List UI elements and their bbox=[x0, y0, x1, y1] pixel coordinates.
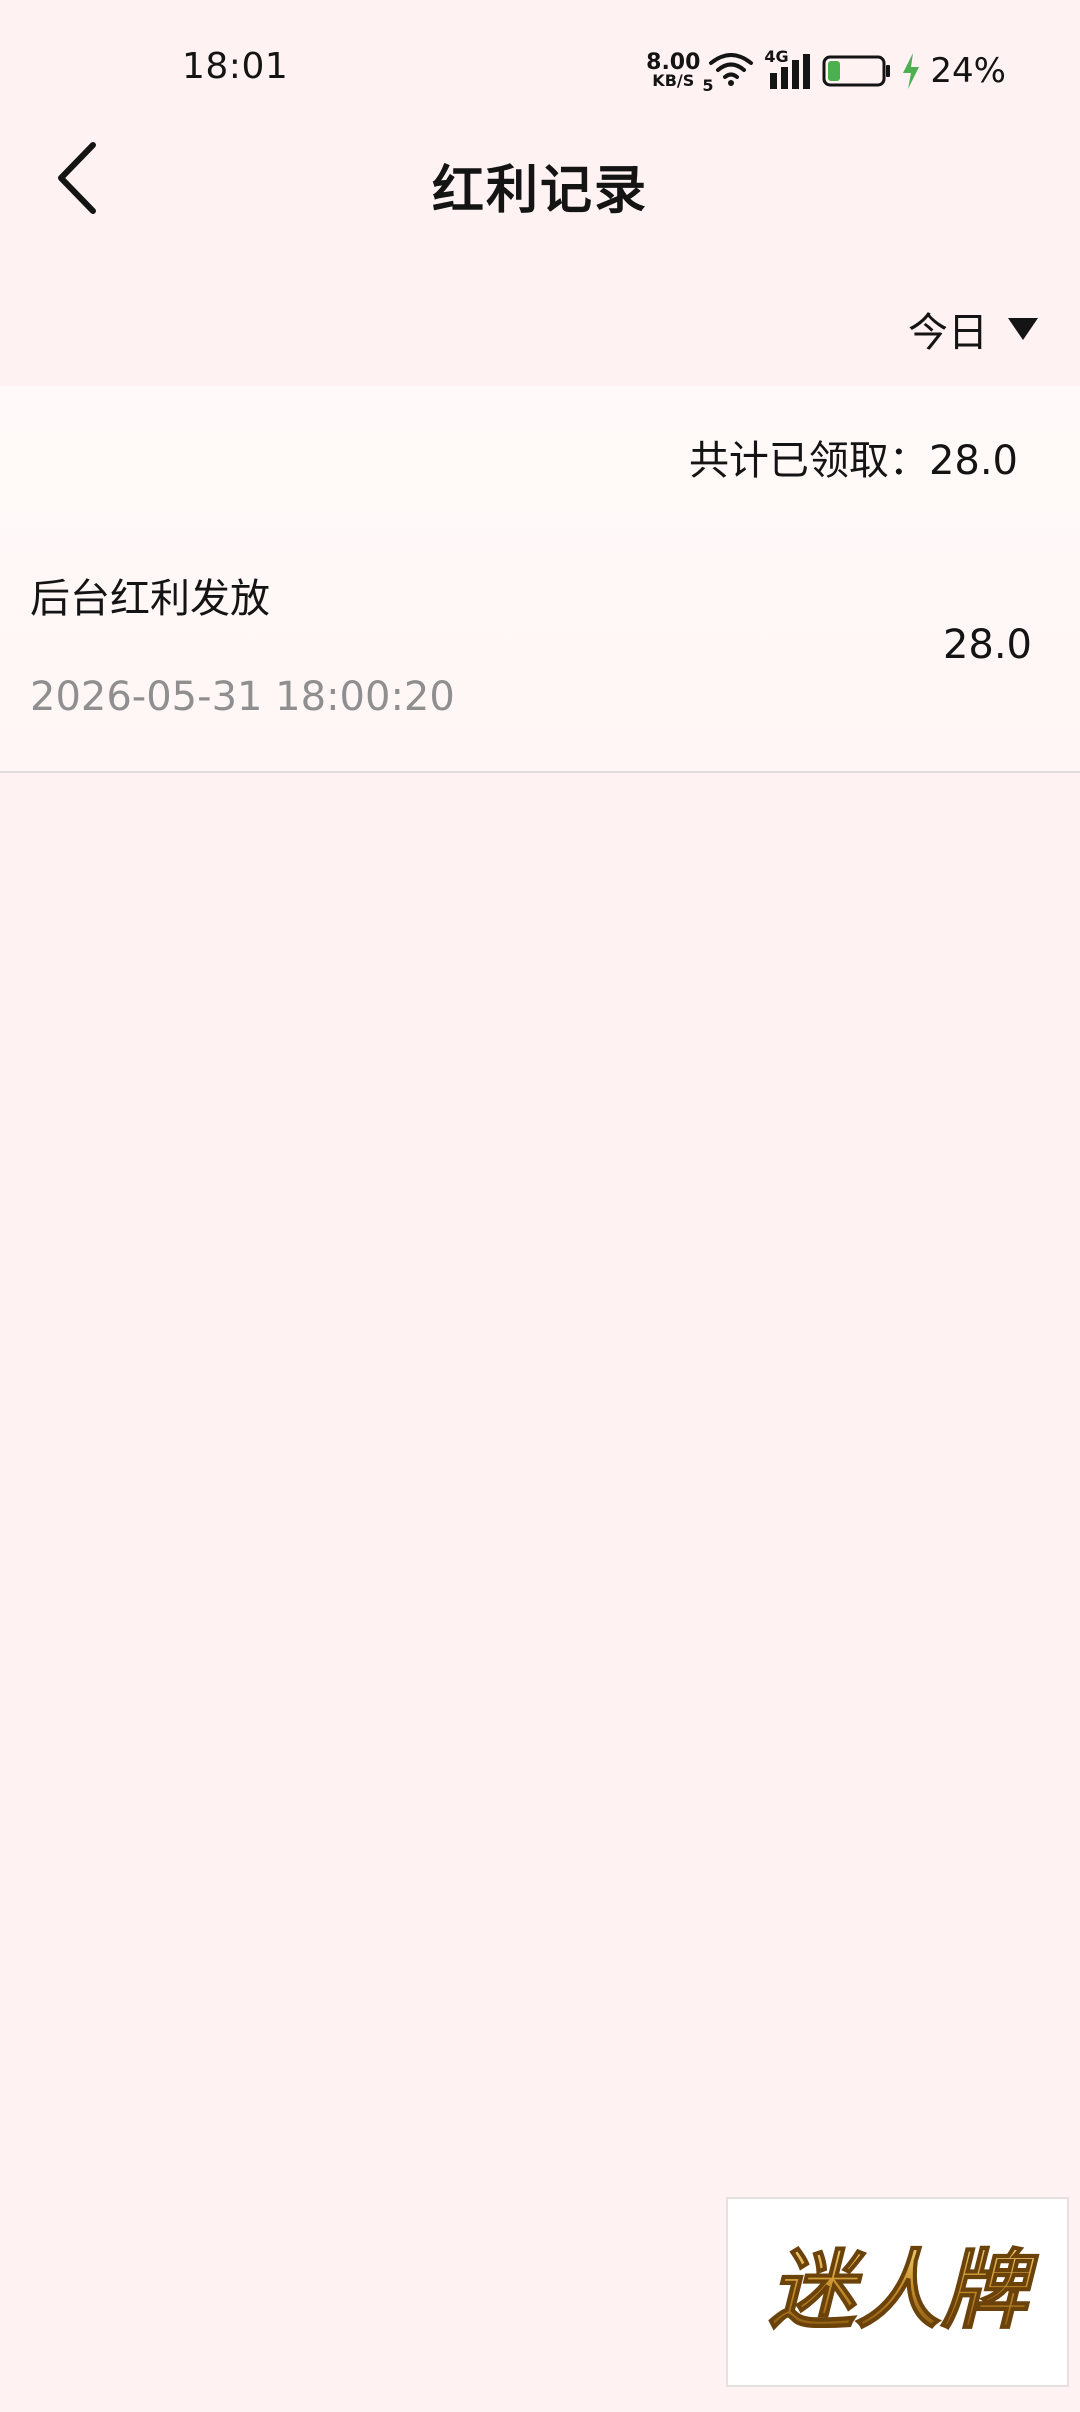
record-title: 后台红利发放 bbox=[30, 576, 270, 622]
battery-percent: 24% bbox=[930, 51, 1006, 91]
total-received-label: 共计已领取： bbox=[688, 438, 929, 484]
brand-logo-badge[interactable]: 迷人牌 bbox=[726, 2197, 1069, 2387]
wifi-icon: 5 bbox=[702, 51, 756, 95]
signal-label: 4G bbox=[764, 47, 789, 66]
signal-icon: 4G bbox=[764, 47, 814, 91]
navigation-bar: 红利记录 bbox=[0, 140, 1080, 284]
date-filter-dropdown[interactable]: 今日 bbox=[908, 300, 1040, 358]
network-speed-value: 8.00 bbox=[646, 50, 701, 75]
record-time: 2026-05-31 18:00:20 bbox=[30, 674, 455, 720]
charging-bolt-icon bbox=[900, 51, 922, 91]
date-filter-label: 今日 bbox=[908, 310, 988, 356]
network-speed: 8.00 KB/S bbox=[646, 50, 701, 90]
total-received-value: 28.0 bbox=[928, 438, 1018, 484]
status-icons: 8.00 KB/S 5 4G 24% bbox=[646, 46, 1006, 96]
total-received-summary: 共计已领取：28.0 bbox=[689, 428, 1018, 486]
network-speed-unit: KB/S bbox=[652, 71, 695, 90]
status-time: 18:01 bbox=[182, 46, 289, 87]
svg-text:迷人牌: 迷人牌 bbox=[769, 2241, 1039, 2341]
brand-logo: 迷人牌 bbox=[768, 2240, 1040, 2342]
record-amount: 28.0 bbox=[942, 622, 1032, 668]
status-bar: 18:01 8.00 KB/S 5 4G 24% bbox=[0, 0, 1080, 140]
wifi-sub-label: 5 bbox=[702, 76, 714, 95]
page-title: 红利记录 bbox=[431, 161, 648, 221]
triangle-down-icon bbox=[1006, 306, 1040, 352]
battery-icon bbox=[822, 51, 892, 91]
records-card: 共计已领取：28.0 后台红利发放 28.0 2026-05-31 18:00:… bbox=[0, 386, 1080, 773]
